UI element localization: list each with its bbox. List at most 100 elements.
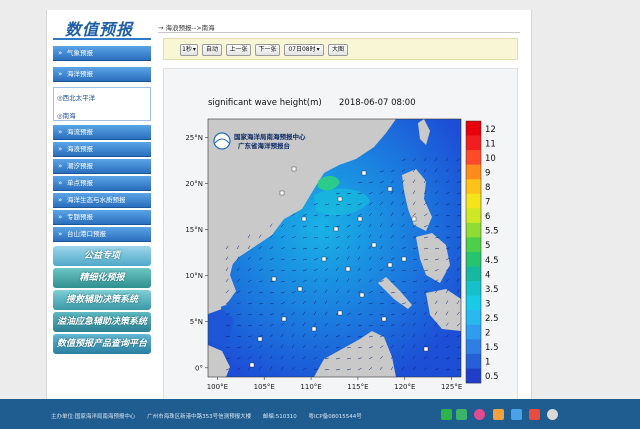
buoy-marker (279, 190, 285, 196)
nav-taishan-port-forecast[interactable]: 台山港口预报 (53, 227, 151, 242)
footer-icp: 粤ICP备08015544号 (308, 414, 362, 420)
nav-ocean-forecast[interactable]: 海洋预报 (53, 67, 151, 82)
submenu-northwest-pacific[interactable]: ◎西北太平洋 (57, 92, 95, 102)
interval-select[interactable]: 1秒 (180, 44, 198, 56)
map-plot-area (208, 119, 461, 377)
buoy-marker (423, 346, 429, 352)
sidebar-brand-title: 数值预报 (65, 20, 134, 39)
more-share-icon[interactable] (547, 409, 558, 420)
colorbar-label: 12 (485, 125, 496, 135)
buoy-marker (281, 316, 287, 322)
colorbar-label: 11 (485, 139, 496, 149)
footer-host: 主办单位:国家海洋局南海预报中心 (51, 414, 136, 420)
chart-title: significant wave height(m) (208, 98, 322, 108)
colorbar-label: 3.5 (485, 285, 499, 295)
wave-height-chart: significant wave height(m) 2018-06-07 08… (185, 98, 499, 391)
colorbar-label: 2.5 (485, 314, 499, 324)
x-tick-label: 100°E (207, 383, 228, 391)
buoy-marker (321, 256, 327, 262)
colorbar-swatch (466, 208, 481, 224)
promo-product-query-platform[interactable]: 数值预报产品查询平台 (53, 334, 151, 354)
buoy-marker (359, 292, 365, 298)
colorbar-swatch (466, 324, 481, 340)
buoy-marker (291, 166, 297, 172)
interval-select-value: 1秒 (182, 46, 192, 53)
colorbar-swatch (466, 339, 481, 355)
previous-image-button[interactable]: 上一张 (226, 44, 251, 56)
breadcrumb-divider (158, 32, 520, 33)
y-tick-label: 10°N (185, 272, 203, 280)
promo-fine-forecast[interactable]: 精细化预报 (53, 268, 151, 288)
colorbar-swatch (466, 121, 481, 136)
colorbar-label: 3 (485, 299, 490, 309)
buoy-marker (337, 196, 343, 202)
colorbar-label: 6 (485, 212, 490, 222)
colorbar-swatch (466, 222, 481, 238)
colorbar-label: 8 (485, 183, 490, 193)
nav-wave-forecast[interactable]: 海浪预报 (53, 142, 151, 157)
buoy-marker (257, 336, 263, 342)
ocean-submenu: ◎西北太平洋 ◎南海 (53, 87, 151, 121)
page-container: 数值预报 气象预报 海洋预报 ◎西北太平洋 ◎南海 海流预报 海浪预报 潮汐预报… (46, 10, 532, 400)
colorbar-swatch (466, 266, 481, 282)
nav-tide-forecast[interactable]: 潮汐预报 (53, 159, 151, 174)
buoy-marker (401, 256, 407, 262)
weibo-share-icon[interactable] (474, 409, 485, 420)
nav-ecology-forecast[interactable]: 海洋生态与水质预报 (53, 193, 151, 208)
buoy-marker (361, 170, 367, 176)
x-tick-label: 115°E (347, 383, 368, 391)
y-tick-label: 15°N (185, 226, 203, 234)
footer-postcode: 邮编:510310 (262, 414, 297, 420)
colorbar-label: 7 (485, 198, 490, 208)
qzone-share-icon[interactable] (493, 409, 504, 420)
nav-point-forecast[interactable]: 单点预报 (53, 176, 151, 191)
colorbar-swatch (466, 281, 481, 296)
sidebar: 数值预报 气象预报 海洋预报 ◎西北太平洋 ◎南海 海流预报 海浪预报 潮汐预报… (47, 10, 155, 400)
colorbar-label: 0.5 (485, 372, 499, 382)
nav-special-forecast[interactable]: 专题预报 (53, 210, 151, 225)
colorbar-swatch (466, 295, 481, 311)
colorbar-swatch (466, 135, 481, 151)
institution-name-2: 广东省海洋预报台 (238, 141, 291, 150)
colorbar-label: 5 (485, 241, 490, 251)
brand-divider (53, 38, 151, 40)
time-select[interactable]: 07日08时 (284, 44, 324, 56)
auto-play-button[interactable]: 自动 (202, 44, 222, 56)
submenu-south-china-sea[interactable]: ◎南海 (57, 110, 76, 120)
buoy-marker (371, 242, 377, 248)
buoy-marker (387, 262, 393, 268)
colorbar-swatch (466, 252, 481, 267)
institution-name-1: 国家海洋局南海预报中心 (234, 132, 306, 141)
submenu-south-china-sea-label: 南海 (62, 112, 76, 120)
buoy-marker (311, 326, 317, 332)
footer-address: 广州市海珠区新港中路353号信测预报大楼 (147, 414, 252, 420)
tencent-weibo-share-icon[interactable] (511, 409, 522, 420)
breadcrumb-text: 海浪预报-->南海 (165, 24, 215, 32)
sina-weibo-share-icon[interactable] (529, 409, 540, 420)
colorbar-label: 1 (485, 358, 490, 368)
next-image-button[interactable]: 下一张 (255, 44, 280, 56)
buoy-marker (381, 316, 387, 322)
nav-weather-forecast[interactable]: 气象预报 (53, 46, 151, 61)
moments-share-icon[interactable] (456, 409, 467, 420)
promo-search-rescue-system[interactable]: 搜救辅助决策系统 (53, 290, 151, 310)
nav-current-forecast[interactable]: 海流预报 (53, 125, 151, 140)
site-footer: 主办单位:国家海洋局南海预报中心 广州市海珠区新港中路353号信测预报大楼 邮编… (0, 399, 640, 429)
x-tick-label: 110°E (300, 383, 321, 391)
buoy-marker (249, 362, 255, 368)
wave-map-card: significant wave height(m) 2018-06-07 08… (163, 68, 518, 400)
colorbar-label: 4.5 (485, 256, 499, 266)
promo-oil-spill-system[interactable]: 溢油应急辅助决策系统 (53, 312, 151, 332)
y-tick-label: 0° (195, 364, 203, 372)
colorbar-label: 2 (485, 329, 490, 339)
colorbar-label: 10 (485, 154, 496, 164)
colorbar-label: 9 (485, 168, 490, 178)
buoy-marker (297, 286, 303, 292)
wechat-share-icon[interactable] (441, 409, 452, 420)
buoy-marker (333, 226, 339, 232)
x-tick-label: 105°E (254, 383, 275, 391)
colorbar-swatch (466, 193, 481, 209)
colorbar-swatch (466, 179, 481, 195)
large-image-button[interactable]: 大图 (328, 44, 348, 56)
colorbar-swatch (466, 310, 481, 326)
